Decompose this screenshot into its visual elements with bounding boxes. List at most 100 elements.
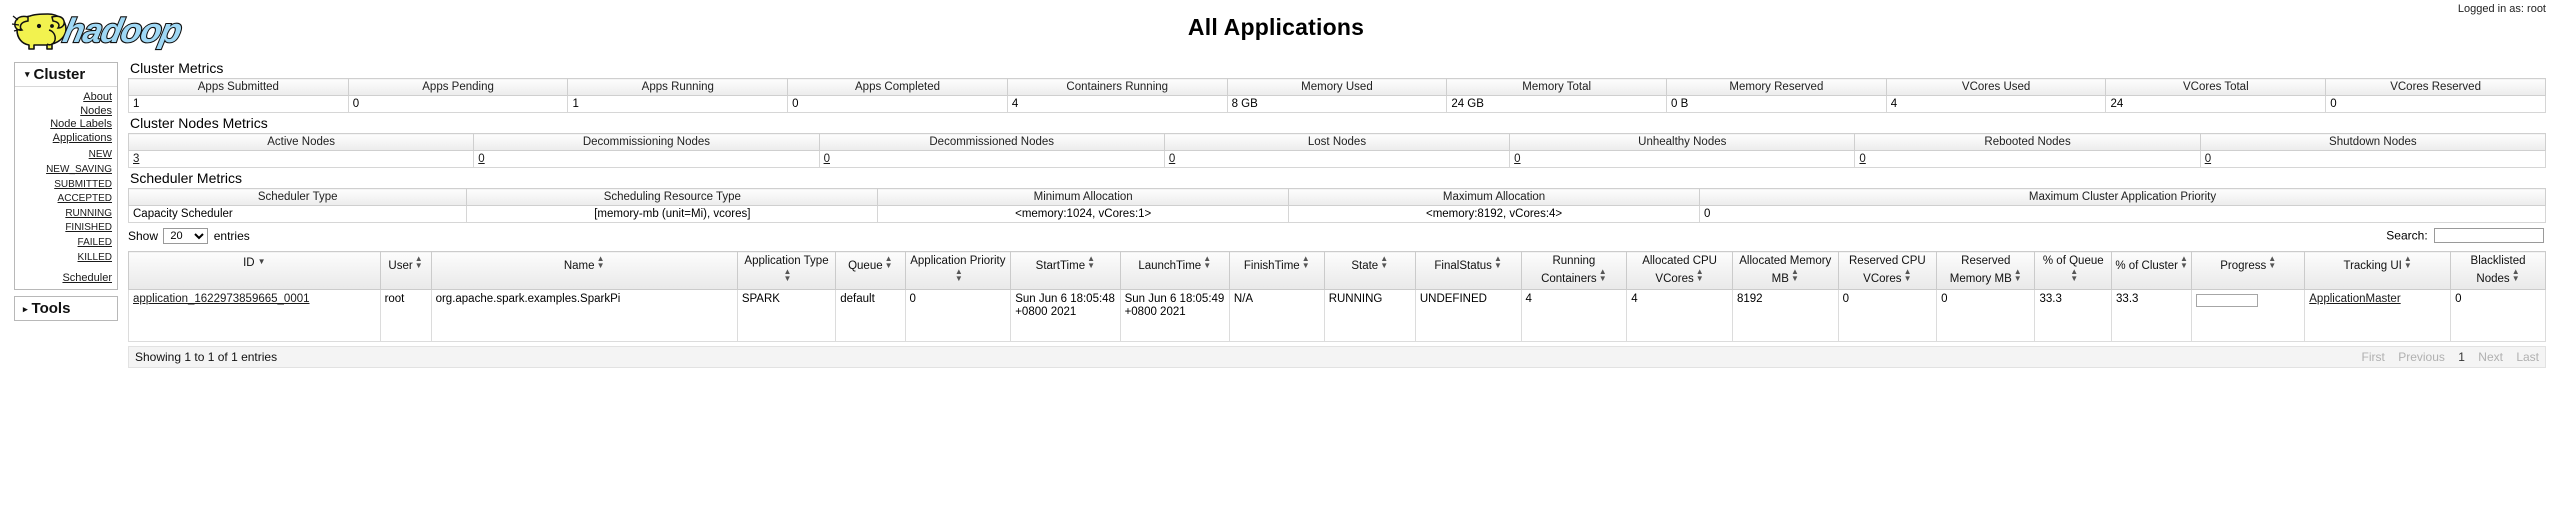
cluster-nodes-metrics-header-row: Active Nodes Decommissioning Nodes Decom… bbox=[127, 133, 2547, 151]
sidebar-item-state-finished[interactable]: FINISHED bbox=[15, 220, 117, 235]
decommissioning-nodes-link[interactable]: 0 bbox=[478, 153, 484, 165]
applications-table: ID ▼ User ▲ ▼ Name ▲ ▼ Application Type ▲ ▼ Que… bbox=[128, 251, 2546, 342]
col-minimum-allocation: Minimum Allocation bbox=[877, 188, 1290, 206]
col-header-finalstatus[interactable]: FinalStatus ▲ ▼ bbox=[1414, 251, 1522, 290]
col-header-launchtime[interactable]: LaunchTime ▲ ▼ bbox=[1119, 251, 1230, 290]
sidebar-item-state-submitted-link[interactable]: SUBMITTED bbox=[54, 179, 112, 190]
col-header-running-containers-label: Running Containers bbox=[1541, 255, 1597, 285]
col-active-nodes: Active Nodes bbox=[127, 133, 475, 151]
cluster-nav-box: ▾ Cluster About Nodes Node Labels Applica… bbox=[14, 62, 118, 290]
col-header-queue[interactable]: Queue ▲ ▼ bbox=[835, 251, 906, 290]
col-header-running-containers[interactable]: Running Containers ▲ ▼ bbox=[1520, 251, 1628, 290]
paging-first-button[interactable]: First bbox=[2362, 350, 2385, 364]
col-header-id[interactable]: ID ▼ bbox=[128, 251, 381, 290]
cell-state: RUNNING bbox=[1323, 289, 1416, 342]
sidebar-item-nodes[interactable]: Nodes bbox=[15, 104, 117, 118]
scheduler-metrics-header-row: Scheduler Type Scheduling Resource Type … bbox=[127, 188, 2546, 206]
sidebar-item-state-new-link[interactable]: NEW bbox=[89, 149, 112, 160]
col-header-application-type[interactable]: Application Type ▲ ▼ bbox=[736, 251, 837, 290]
sidebar-section-cluster[interactable]: ▾ Cluster bbox=[15, 63, 117, 87]
unhealthy-nodes-link[interactable]: 0 bbox=[1514, 153, 1520, 165]
sidebar-item-scheduler-link[interactable]: Scheduler bbox=[62, 272, 112, 284]
val-maximum-allocation: <memory:8192, vCores:4> bbox=[1288, 205, 1700, 223]
sidebar-item-scheduler[interactable]: Scheduler bbox=[15, 271, 117, 285]
datatable-paging: First Previous 1 Next Last bbox=[2352, 350, 2539, 364]
col-header-state[interactable]: State ▲ ▼ bbox=[1323, 251, 1416, 290]
sidebar-item-state-killed-link[interactable]: KILLED bbox=[78, 252, 112, 263]
sidebar-item-state-accepted-link[interactable]: ACCEPTED bbox=[58, 193, 112, 204]
col-header-starttime[interactable]: StartTime ▲ ▼ bbox=[1010, 251, 1121, 290]
sidebar-item-applications-link[interactable]: Applications bbox=[53, 132, 112, 144]
login-info: Logged in as: root bbox=[2457, 3, 2546, 15]
col-decommissioning-nodes: Decommissioning Nodes bbox=[473, 133, 820, 151]
lost-nodes-link[interactable]: 0 bbox=[1169, 153, 1175, 165]
val-rebooted-nodes: 0 bbox=[1854, 150, 2201, 168]
search-label: Search: bbox=[2386, 228, 2428, 243]
rebooted-nodes-link[interactable]: 0 bbox=[1859, 153, 1865, 165]
sidebar-item-node-labels-link[interactable]: Node Labels bbox=[50, 118, 112, 130]
paging-last-button[interactable]: Last bbox=[2516, 350, 2539, 364]
col-header-reserved-cpu-vcores[interactable]: Reserved CPU VCores ▲ ▼ bbox=[1837, 251, 1938, 290]
col-header-pct-of-queue-label: % of Queue bbox=[2042, 255, 2104, 267]
col-header-allocated-memory-mb[interactable]: Allocated Memory MB ▲ ▼ bbox=[1731, 251, 1839, 290]
cluster-metrics-table: Apps Submitted Apps Pending Apps Running… bbox=[128, 78, 2546, 113]
search-input[interactable] bbox=[2434, 228, 2544, 243]
sidebar-item-about[interactable]: About bbox=[15, 90, 117, 104]
col-scheduling-resource-type: Scheduling Resource Type bbox=[466, 188, 879, 206]
sidebar-item-state-running[interactable]: RUNNING bbox=[15, 206, 117, 221]
shutdown-nodes-link[interactable]: 0 bbox=[2205, 153, 2211, 165]
col-memory-used: Memory Used bbox=[1226, 78, 1448, 96]
paging-previous-button[interactable]: Previous bbox=[2398, 350, 2445, 364]
col-header-user[interactable]: User ▲ ▼ bbox=[379, 251, 432, 290]
sidebar-item-state-new-saving-link[interactable]: NEW_SAVING bbox=[46, 164, 112, 175]
sidebar-item-state-running-link[interactable]: RUNNING bbox=[65, 208, 112, 219]
col-header-progress[interactable]: Progress ▲ ▼ bbox=[2191, 251, 2306, 290]
datatable-controls: Show 20 40 60 80 100 entries Search: bbox=[128, 228, 2546, 248]
col-rebooted-nodes: Rebooted Nodes bbox=[1854, 133, 2201, 151]
sidebar-item-state-submitted[interactable]: SUBMITTED bbox=[15, 177, 117, 192]
col-header-name[interactable]: Name ▲ ▼ bbox=[430, 251, 738, 290]
val-vcores-used: 4 bbox=[1885, 95, 2107, 113]
val-lost-nodes: 0 bbox=[1163, 150, 1511, 168]
search-control: Search: bbox=[2386, 228, 2544, 243]
tracking-ui-link[interactable]: ApplicationMaster bbox=[2309, 293, 2400, 305]
sidebar-item-node-labels[interactable]: Node Labels bbox=[15, 117, 117, 131]
sidebar-item-state-finished-link[interactable]: FINISHED bbox=[65, 222, 112, 233]
paging-next-button[interactable]: Next bbox=[2478, 350, 2503, 364]
col-header-reserved-memory-mb[interactable]: Reserved Memory MB ▲ ▼ bbox=[1936, 251, 2036, 290]
sort-both-icon: ▲ ▼ bbox=[596, 254, 605, 270]
col-header-tracking-ui-label: Tracking UI bbox=[2343, 260, 2402, 272]
sidebar-item-applications[interactable]: Applications bbox=[15, 131, 117, 145]
val-decommissioning-nodes: 0 bbox=[473, 150, 820, 168]
sidebar-item-state-failed-link[interactable]: FAILED bbox=[78, 237, 112, 248]
active-nodes-link[interactable]: 3 bbox=[133, 153, 139, 165]
application-id-link[interactable]: application_1622973859665_0001 bbox=[133, 293, 310, 305]
table-row[interactable]: application_1622973859665_0001 root org.… bbox=[128, 289, 2546, 342]
paging-page-1-button[interactable]: 1 bbox=[2458, 350, 2465, 364]
sidebar-item-state-killed[interactable]: KILLED bbox=[15, 250, 117, 265]
col-header-allocated-cpu-vcores[interactable]: Allocated CPU VCores ▲ ▼ bbox=[1626, 251, 1733, 290]
sidebar-section-tools[interactable]: ▸ Tools bbox=[15, 297, 117, 320]
col-header-tracking-ui[interactable]: Tracking UI ▲ ▼ bbox=[2304, 251, 2452, 290]
decommissioned-nodes-link[interactable]: 0 bbox=[824, 153, 830, 165]
col-header-finishtime[interactable]: FinishTime ▲ ▼ bbox=[1228, 251, 1325, 290]
cell-progress bbox=[2191, 289, 2306, 342]
col-header-pct-of-cluster[interactable]: % of Cluster ▲ ▼ bbox=[2111, 251, 2193, 290]
sidebar-item-nodes-link[interactable]: Nodes bbox=[80, 105, 112, 117]
col-header-application-priority[interactable]: Application Priority ▲ ▼ bbox=[904, 251, 1012, 290]
col-containers-running: Containers Running bbox=[1006, 78, 1228, 96]
col-header-pct-of-queue[interactable]: % of Queue ▲ ▼ bbox=[2034, 251, 2113, 290]
page-length-select[interactable]: 20 40 60 80 100 bbox=[163, 228, 209, 244]
cluster-nav-list: About Nodes Node Labels Applications NEW bbox=[15, 87, 117, 289]
cell-allocated-cpu-vcores: 4 bbox=[1626, 289, 1733, 342]
sidebar-item-about-link[interactable]: About bbox=[83, 91, 112, 103]
col-decommissioned-nodes: Decommissioned Nodes bbox=[818, 133, 1165, 151]
cell-application-type: SPARK bbox=[736, 289, 837, 342]
col-maximum-allocation: Maximum Allocation bbox=[1288, 188, 1700, 206]
sidebar-item-state-new-saving[interactable]: NEW_SAVING bbox=[15, 162, 117, 177]
val-apps-submitted: 1 bbox=[128, 95, 349, 113]
sidebar-item-state-accepted[interactable]: ACCEPTED bbox=[15, 191, 117, 206]
col-header-blacklisted-nodes[interactable]: Blacklisted Nodes ▲ ▼ bbox=[2450, 251, 2546, 290]
sidebar-item-state-failed[interactable]: FAILED bbox=[15, 235, 117, 250]
sidebar-item-state-new[interactable]: NEW bbox=[15, 147, 117, 162]
